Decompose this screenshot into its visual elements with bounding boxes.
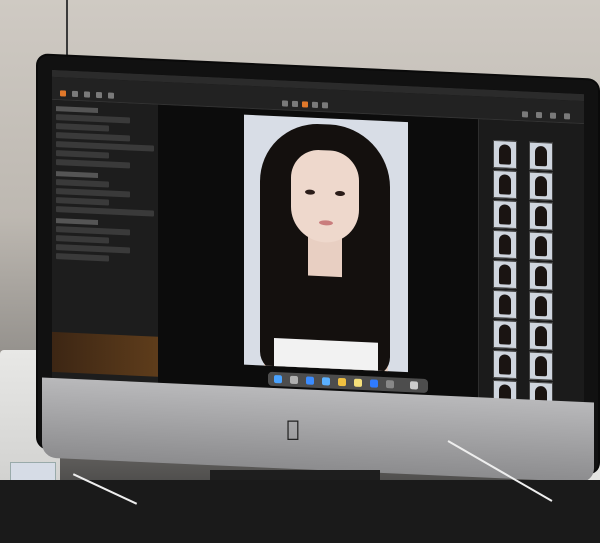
desk-surface [0, 480, 600, 543]
thumbnail-image[interactable] [493, 349, 517, 380]
tool-icon[interactable] [108, 92, 114, 99]
tool-icon[interactable] [96, 91, 102, 99]
thumbnail-image[interactable] [493, 139, 517, 170]
tool-icon[interactable] [522, 111, 528, 118]
tool-icon[interactable] [322, 102, 328, 109]
thumbnail-image[interactable] [529, 351, 553, 381]
panel-row[interactable] [56, 188, 131, 198]
thumbnail-image[interactable] [529, 261, 553, 291]
photo-lips [319, 220, 333, 226]
thumbnail-image[interactable] [493, 169, 517, 200]
cursor-tool-icon[interactable] [282, 100, 288, 107]
panel-row[interactable] [56, 206, 154, 217]
tool-icon[interactable] [72, 90, 78, 98]
thumbnail-image[interactable] [529, 201, 553, 231]
thumbnail-image[interactable] [493, 199, 517, 230]
thumbnail-image[interactable] [529, 141, 553, 171]
mail-icon[interactable] [322, 377, 330, 386]
panel-title [56, 171, 99, 179]
settings-icon[interactable] [386, 380, 394, 389]
thumbnail-browser [478, 119, 584, 409]
panel-row[interactable] [56, 150, 109, 159]
photo-eye [305, 189, 315, 195]
thumbnail-image[interactable] [493, 259, 517, 290]
panel-row[interactable] [56, 123, 109, 132]
notes-icon[interactable] [354, 378, 362, 387]
desktop-wallpaper-glow [52, 331, 158, 377]
thumbnail-image[interactable] [529, 321, 553, 351]
thumbnail-image[interactable] [529, 291, 553, 321]
panel-row[interactable] [56, 235, 109, 244]
tool-icon[interactable] [84, 91, 90, 98]
monitor-screen [52, 69, 584, 409]
thumbnail-image[interactable] [493, 289, 517, 320]
launchpad-icon[interactable] [290, 375, 298, 385]
tool-icon[interactable] [60, 90, 66, 97]
tool-icon[interactable] [536, 111, 542, 119]
tool-icon[interactable] [550, 112, 556, 119]
photo-eye [335, 190, 345, 197]
panel-title [56, 218, 99, 226]
panel-row[interactable] [56, 114, 131, 124]
tool-icon[interactable] [564, 113, 570, 120]
panel-row[interactable] [56, 179, 109, 188]
safari-icon[interactable] [306, 376, 314, 385]
thumbnail-image[interactable] [529, 231, 553, 261]
panel-row[interactable] [56, 226, 131, 236]
apple-logo-icon:  [282, 418, 304, 442]
panel-row[interactable] [56, 159, 131, 169]
library-panel [52, 99, 159, 389]
panel-title [56, 106, 99, 114]
panel-row[interactable] [56, 132, 131, 142]
panel-row[interactable] [56, 197, 109, 206]
app-store-icon[interactable] [370, 379, 378, 388]
crop-tool-icon[interactable] [292, 100, 298, 108]
thumbnail-image[interactable] [493, 229, 517, 260]
panel-row[interactable] [56, 253, 109, 262]
tool-icon[interactable] [312, 101, 318, 108]
photo-face [291, 148, 359, 244]
portrait-photo[interactable] [244, 114, 408, 373]
image-viewer[interactable] [158, 104, 478, 404]
photos-icon[interactable] [338, 377, 346, 387]
wall-cable [66, 0, 68, 60]
thumbnail-image[interactable] [493, 319, 517, 350]
thumbnail-image[interactable] [529, 171, 553, 201]
pen-tool-icon[interactable] [302, 101, 308, 108]
trash-icon[interactable] [410, 381, 418, 390]
panel-row[interactable] [56, 244, 131, 254]
photo-white-top [274, 338, 378, 373]
finder-icon[interactable] [274, 375, 282, 384]
